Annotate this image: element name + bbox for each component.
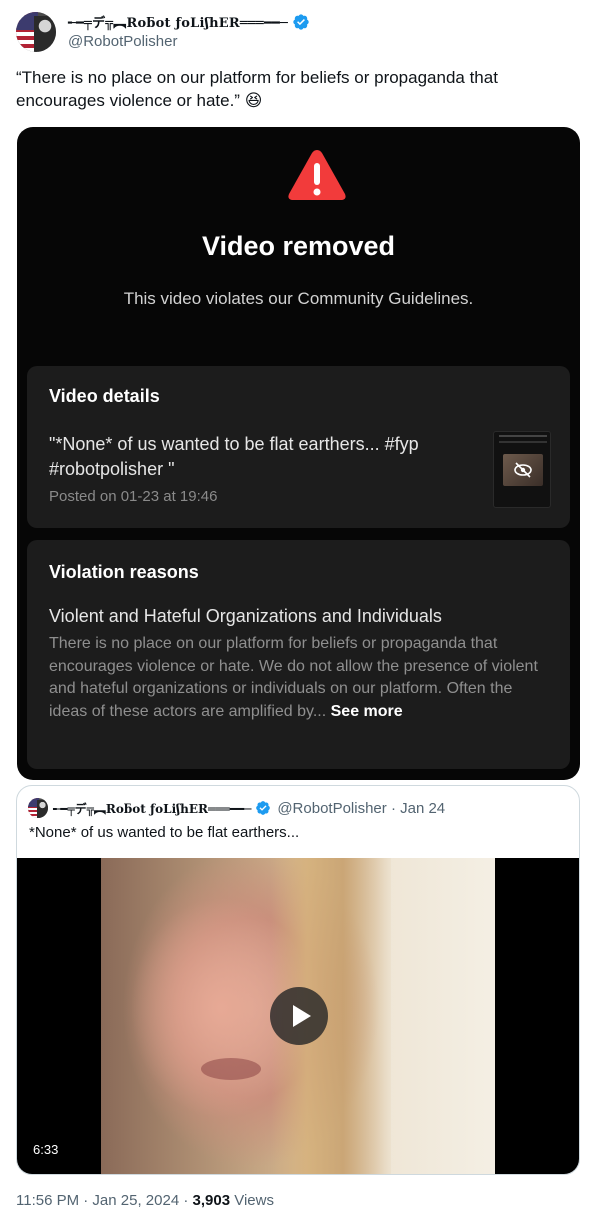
violation-heading: Violation reasons (49, 562, 199, 582)
views-count: 3,903 (192, 1192, 231, 1209)
quoted-avatar (28, 798, 48, 818)
quoted-handle-date: @RobotPolisher · Jan 24 (277, 799, 446, 817)
author-handle[interactable]: @RobotPolisher (68, 33, 177, 50)
video-duration: 6:33 (27, 1140, 65, 1159)
video-details-panel: Video details "*None* of us wanted to be… (27, 366, 570, 528)
quoted-header: ╾━╤デ╦︻Roƃot ƒoLiʃhER═══━━─ @RobotPolishe… (53, 798, 445, 818)
see-more-link[interactable]: See more (326, 703, 403, 720)
video-posted-date: Posted on 01-23 at 19:46 (49, 488, 218, 505)
tweet-header: ╾━╤デ╦︻Roƃot ƒoLiʃhER═══━━─ @RobotPolishe… (16, 10, 596, 56)
media-image[interactable]: Video removed This video violates our Co… (17, 127, 580, 780)
avatar-figure (34, 16, 56, 52)
video-caption: "*None* of us wanted to be flat earthers… (49, 434, 419, 479)
quoted-display-name: ╾━╤デ╦︻Roƃot ƒoLiʃhER═══━━─ (53, 801, 252, 816)
violation-reasons-panel: Violation reasons Violent and Hateful Or… (27, 540, 570, 769)
hidden-eye-icon (514, 462, 532, 478)
quoted-text: *None* of us wanted to be flat earthers.… (29, 824, 300, 841)
tweet-footer: 11:56 PM · Jan 25, 2024 · 3,903 Views (16, 1192, 274, 1209)
verified-badge-icon (293, 13, 309, 30)
author-display-name[interactable]: ╾━╤デ╦︻Roƃot ƒoLiʃhER═══━━─ (68, 12, 288, 31)
avatar[interactable] (16, 12, 56, 52)
warning-triangle-icon (288, 150, 346, 200)
video-removed-subtitle: This video violates our Community Guidel… (123, 289, 474, 308)
play-button[interactable] (270, 987, 328, 1045)
verified-badge-icon (256, 801, 271, 815)
quoted-tweet[interactable]: ╾━╤デ╦︻Roƃot ƒoLiʃhER═══━━─ @RobotPolishe… (16, 785, 580, 1175)
play-icon (293, 1005, 311, 1027)
violation-description: There is no place on our platform for be… (49, 633, 554, 723)
violation-body-text: There is no place on our platform for be… (49, 635, 538, 720)
video-details-heading: Video details (49, 386, 160, 406)
tweet-timestamp[interactable]: 11:56 PM · Jan 25, 2024 · (16, 1192, 193, 1209)
author-name-row: ╾━╤デ╦︻Roƃot ƒoLiʃhER═══━━─ (68, 12, 310, 31)
views-label: Views (230, 1192, 274, 1209)
quoted-video-player[interactable]: 6:33 (17, 858, 579, 1174)
video-removed-title: Video removed (201, 231, 396, 261)
video-thumbnail (493, 431, 551, 508)
tweet-text: “There is no place on our platform for b… (16, 68, 498, 110)
violation-reason: Violent and Hateful Organizations and In… (49, 606, 442, 626)
